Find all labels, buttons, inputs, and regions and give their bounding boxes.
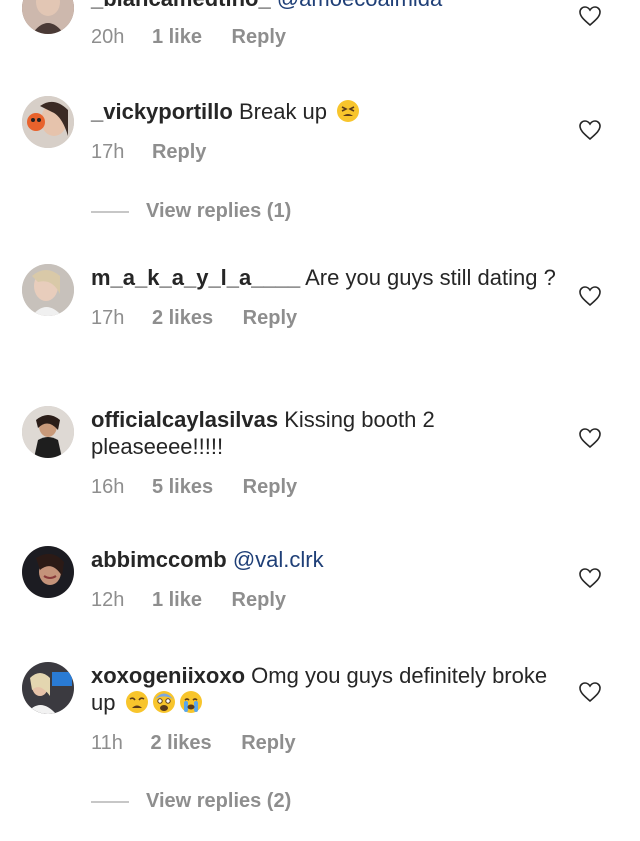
reply-button[interactable]: Reply <box>232 26 286 49</box>
comment-username[interactable]: _biancamedtino_ @amoecoalmida <box>91 0 442 12</box>
heart-outline-icon[interactable] <box>578 284 602 308</box>
comment-meta: 20h 1 like Reply <box>91 26 570 49</box>
comment-likes[interactable]: 2 likes <box>150 732 211 755</box>
comment-username[interactable]: xoxogeniixoxo <box>91 663 245 688</box>
comment-meta: 12h 1 like Reply <box>91 589 570 612</box>
reply-button[interactable]: Reply <box>152 141 206 164</box>
comment-username[interactable]: abbimccomb <box>91 547 227 572</box>
comment-meta: 17h Reply <box>91 141 570 164</box>
heart-outline-icon[interactable] <box>578 4 602 28</box>
comment-time: 17h <box>91 307 125 329</box>
view-replies-button[interactable]: View replies (2) <box>91 790 291 813</box>
avatar[interactable] <box>22 264 74 316</box>
avatar[interactable] <box>22 0 74 34</box>
comment-text: m_a_k_a_y_l_a____ Are you guys still dat… <box>91 264 570 291</box>
avatar-image <box>22 0 74 34</box>
comment-likes[interactable]: 2 likes <box>152 307 213 330</box>
comment-username[interactable]: m_a_k_a_y_l_a____ <box>91 265 300 290</box>
comment-username[interactable]: officialcaylasilvas <box>91 407 278 432</box>
avatar[interactable] <box>22 662 74 714</box>
avatar-image <box>22 662 74 714</box>
comment-time: 11h <box>91 732 123 754</box>
comment-time: 17h <box>91 141 125 163</box>
comment-time: 12h <box>91 589 125 611</box>
avatar-image <box>22 96 74 148</box>
heart-outline-icon[interactable] <box>578 566 602 590</box>
avatar-image <box>22 264 74 316</box>
comment-body: Break up <box>238 99 328 124</box>
reply-button[interactable]: Reply <box>243 307 297 330</box>
comment-mention[interactable]: @val.clrk <box>233 547 324 572</box>
comment-meta: 11h 2 likes Reply <box>91 732 570 755</box>
heart-outline-icon[interactable] <box>578 118 602 142</box>
tired-face-icon <box>337 100 360 122</box>
comment-likes[interactable]: 1 like <box>152 589 202 612</box>
reply-button[interactable]: Reply <box>243 476 297 499</box>
avatar-image <box>22 406 74 458</box>
reply-button[interactable]: Reply <box>241 732 295 755</box>
reply-button[interactable]: Reply <box>232 589 286 612</box>
heart-outline-icon[interactable] <box>578 680 602 704</box>
replies-divider <box>91 800 129 803</box>
comment-text: abbimccomb @val.clrk <box>91 546 570 573</box>
comment-time: 20h <box>91 26 125 48</box>
comment-body: Are you guys still dating ? <box>305 265 556 290</box>
heart-outline-icon[interactable] <box>578 426 602 450</box>
comment-text: _vickyportillo Break up <box>91 98 570 125</box>
view-replies-label: View replies (1) <box>146 200 292 222</box>
comment-text: officialcaylasilvas Kissing booth 2 plea… <box>91 406 570 460</box>
crying-face-icon <box>179 691 202 713</box>
weary-face-icon <box>125 691 148 713</box>
view-replies-button[interactable]: View replies (1) <box>91 200 291 223</box>
comment-text: xoxogeniixoxo Omg you guys definitely br… <box>91 662 570 716</box>
view-replies-label: View replies (2) <box>146 790 292 812</box>
comment-meta: 17h 2 likes Reply <box>91 307 570 330</box>
replies-divider <box>91 210 129 213</box>
avatar[interactable] <box>22 406 74 458</box>
avatar-image <box>22 546 74 598</box>
avatar[interactable] <box>22 546 74 598</box>
comment-mention[interactable]: @amoecoalmida <box>277 0 442 11</box>
comment-likes[interactable]: 1 like <box>152 26 202 49</box>
comment-meta: 16h 5 likes Reply <box>91 476 570 499</box>
fearful-face-icon <box>152 691 175 713</box>
comment-time: 16h <box>91 476 125 498</box>
avatar[interactable] <box>22 96 74 148</box>
comment-likes[interactable]: 5 likes <box>152 476 213 499</box>
comment-username[interactable]: _vickyportillo <box>91 99 233 124</box>
